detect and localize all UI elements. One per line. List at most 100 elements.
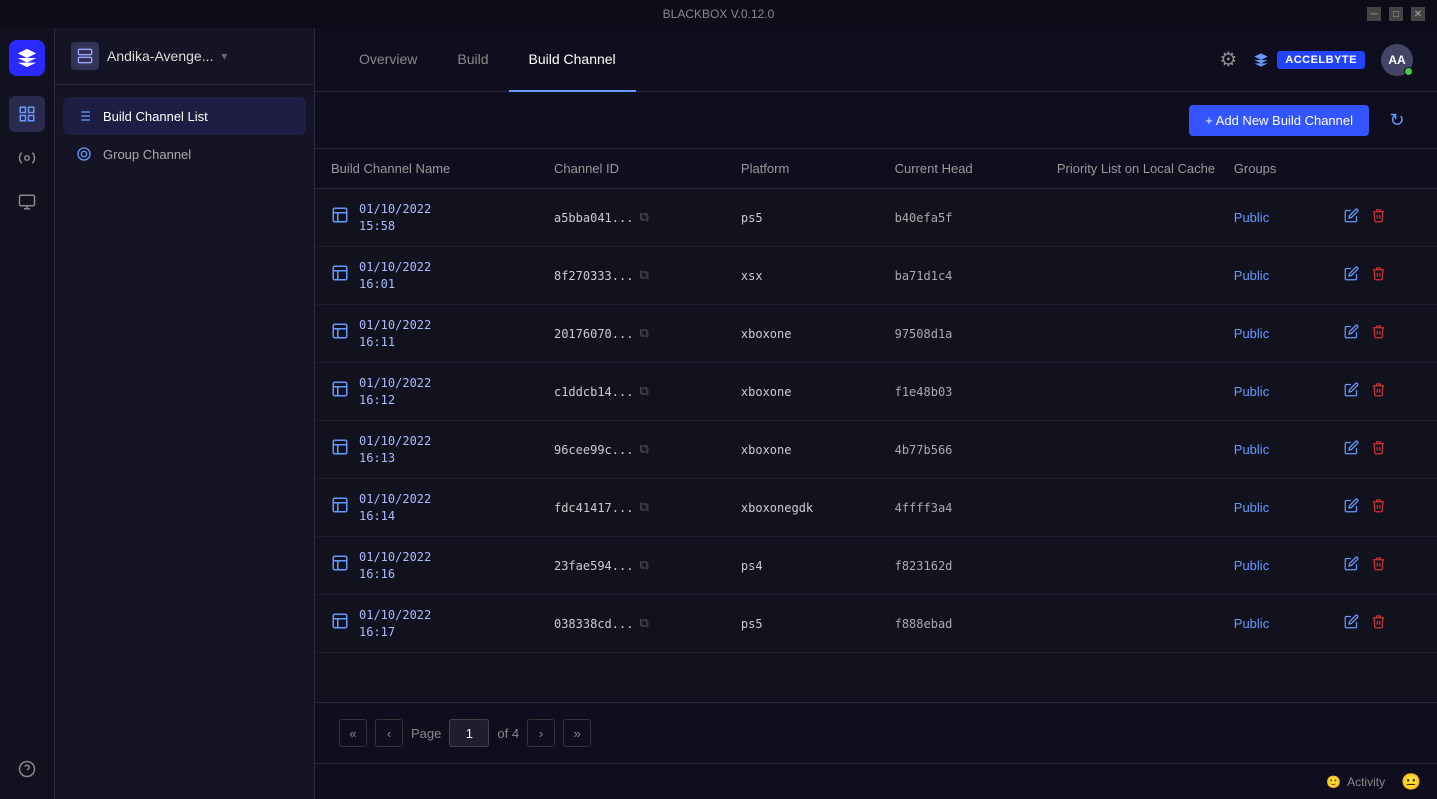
cell-groups-7: Public xyxy=(1218,595,1328,653)
copy-channel-id-1[interactable]: ⧉ xyxy=(639,268,648,283)
cell-current-head-2: 97508d1a xyxy=(879,305,1041,363)
copy-channel-id-0[interactable]: ⧉ xyxy=(639,210,648,225)
close-button[interactable]: ✕ xyxy=(1411,7,1425,21)
bottom-bar: 🙂 Activity 😐 xyxy=(315,763,1437,799)
cell-current-head-0: b40efa5f xyxy=(879,189,1041,247)
main-content: Overview Build Build Channel ⚙ ACCELBYTE xyxy=(315,28,1437,799)
prev-page-button[interactable]: ‹ xyxy=(375,719,403,747)
cell-current-head-3: f1e48b03 xyxy=(879,363,1041,421)
copy-channel-id-3[interactable]: ⧉ xyxy=(639,384,648,399)
col-actions xyxy=(1328,149,1437,189)
minimize-button[interactable]: ─ xyxy=(1367,7,1381,21)
copy-channel-id-4[interactable]: ⧉ xyxy=(639,442,648,457)
copy-channel-id-7[interactable]: ⧉ xyxy=(639,616,648,631)
delete-button-4[interactable] xyxy=(1371,440,1386,459)
edit-button-7[interactable] xyxy=(1344,614,1359,633)
sidebar-icon-2[interactable] xyxy=(9,140,45,176)
cell-channel-id-6: 23fae594... ⧉ xyxy=(538,537,725,595)
add-build-channel-button[interactable]: + Add New Build Channel xyxy=(1189,105,1369,136)
edit-button-1[interactable] xyxy=(1344,266,1359,285)
feedback-sad-icon[interactable]: 😐 xyxy=(1401,772,1421,792)
cell-priority-6 xyxy=(1041,537,1218,595)
tab-build[interactable]: Build xyxy=(437,29,508,92)
brand-container: Andika-Avenge... ▾ xyxy=(71,42,227,70)
edit-button-0[interactable] xyxy=(1344,208,1359,227)
row-icon-7 xyxy=(331,612,349,635)
table-row: 01/10/202215:58 a5bba041... ⧉ ps5 b40efa… xyxy=(315,189,1437,247)
cell-priority-2 xyxy=(1041,305,1218,363)
last-page-button[interactable]: » xyxy=(563,719,591,747)
cell-name-0: 01/10/202215:58 xyxy=(315,189,538,247)
page-input[interactable] xyxy=(449,719,489,747)
cell-name-7: 01/10/202216:17 xyxy=(315,595,538,653)
settings-icon[interactable]: ⚙ xyxy=(1219,47,1237,72)
first-page-button[interactable]: « xyxy=(339,719,367,747)
cell-platform-6: ps4 xyxy=(725,537,879,595)
delete-button-5[interactable] xyxy=(1371,498,1386,517)
cell-channel-id-0: a5bba041... ⧉ xyxy=(538,189,725,247)
content-toolbar: + Add New Build Channel ↻ xyxy=(315,92,1437,149)
table-container: Build Channel Name Channel ID Platform C… xyxy=(315,149,1437,702)
cell-groups-2: Public xyxy=(1218,305,1328,363)
cell-actions-1 xyxy=(1328,247,1437,305)
sidebar-icon-help[interactable] xyxy=(9,751,45,787)
refresh-button[interactable]: ↻ xyxy=(1381,104,1413,136)
sidebar-item-build-channel-list[interactable]: Build Channel List xyxy=(63,97,306,135)
cell-name-2: 01/10/202216:11 xyxy=(315,305,538,363)
row-icon-4 xyxy=(331,438,349,461)
top-header: Overview Build Build Channel ⚙ ACCELBYTE xyxy=(315,28,1437,92)
copy-channel-id-6[interactable]: ⧉ xyxy=(639,558,648,573)
next-page-button[interactable]: › xyxy=(527,719,555,747)
page-of: of 4 xyxy=(497,726,519,741)
cell-actions-6 xyxy=(1328,537,1437,595)
build-channel-list-icon xyxy=(75,107,93,125)
edit-button-3[interactable] xyxy=(1344,382,1359,401)
window-controls: ─ □ ✕ xyxy=(1367,7,1425,21)
title-bar: BLACKBOX V.0.12.0 ─ □ ✕ xyxy=(0,0,1437,28)
cell-current-head-5: 4ffff3a4 xyxy=(879,479,1041,537)
delete-button-6[interactable] xyxy=(1371,556,1386,575)
brand-chevron-icon[interactable]: ▾ xyxy=(221,49,227,63)
delete-button-0[interactable] xyxy=(1371,208,1386,227)
left-sidebar: Andika-Avenge... ▾ Build Channel List xyxy=(55,28,315,799)
col-priority-list: Priority List on Local Cache xyxy=(1041,149,1218,189)
activity-button[interactable]: 🙂 Activity xyxy=(1326,775,1385,789)
tab-overview[interactable]: Overview xyxy=(339,29,437,92)
cell-groups-4: Public xyxy=(1218,421,1328,479)
cell-name-5: 01/10/202216:14 xyxy=(315,479,538,537)
refresh-icon: ↻ xyxy=(1389,110,1404,131)
sidebar-item-group-channel[interactable]: Group Channel xyxy=(63,135,306,173)
edit-button-4[interactable] xyxy=(1344,440,1359,459)
cell-platform-5: xboxonegdk xyxy=(725,479,879,537)
row-icon-5 xyxy=(331,496,349,519)
delete-button-1[interactable] xyxy=(1371,266,1386,285)
edit-button-5[interactable] xyxy=(1344,498,1359,517)
edit-button-2[interactable] xyxy=(1344,324,1359,343)
table-row: 01/10/202216:11 20176070... ⧉ xboxone 97… xyxy=(315,305,1437,363)
row-icon-1 xyxy=(331,264,349,287)
table-row: 01/10/202216:16 23fae594... ⧉ ps4 f82316… xyxy=(315,537,1437,595)
edit-button-6[interactable] xyxy=(1344,556,1359,575)
maximize-button[interactable]: □ xyxy=(1389,7,1403,21)
pagination: « ‹ Page of 4 › » xyxy=(315,702,1437,763)
cell-groups-6: Public xyxy=(1218,537,1328,595)
avatar[interactable]: AA xyxy=(1381,44,1413,76)
cell-actions-4 xyxy=(1328,421,1437,479)
cell-name-1: 01/10/202216:01 xyxy=(315,247,538,305)
tab-build-channel[interactable]: Build Channel xyxy=(509,29,636,92)
cell-channel-id-3: c1ddcb14... ⧉ xyxy=(538,363,725,421)
sidebar-icon-3[interactable] xyxy=(9,184,45,220)
date-text-7: 01/10/202216:17 xyxy=(359,607,431,641)
delete-button-2[interactable] xyxy=(1371,324,1386,343)
app-container: Andika-Avenge... ▾ Build Channel List xyxy=(0,28,1437,799)
date-text-2: 01/10/202216:11 xyxy=(359,317,431,351)
group-channel-icon xyxy=(75,145,93,163)
cell-actions-2 xyxy=(1328,305,1437,363)
copy-channel-id-5[interactable]: ⧉ xyxy=(639,500,648,515)
sidebar-icon-build[interactable] xyxy=(9,96,45,132)
col-groups: Groups xyxy=(1218,149,1328,189)
cell-priority-5 xyxy=(1041,479,1218,537)
delete-button-7[interactable] xyxy=(1371,614,1386,633)
copy-channel-id-2[interactable]: ⧉ xyxy=(639,326,648,341)
delete-button-3[interactable] xyxy=(1371,382,1386,401)
